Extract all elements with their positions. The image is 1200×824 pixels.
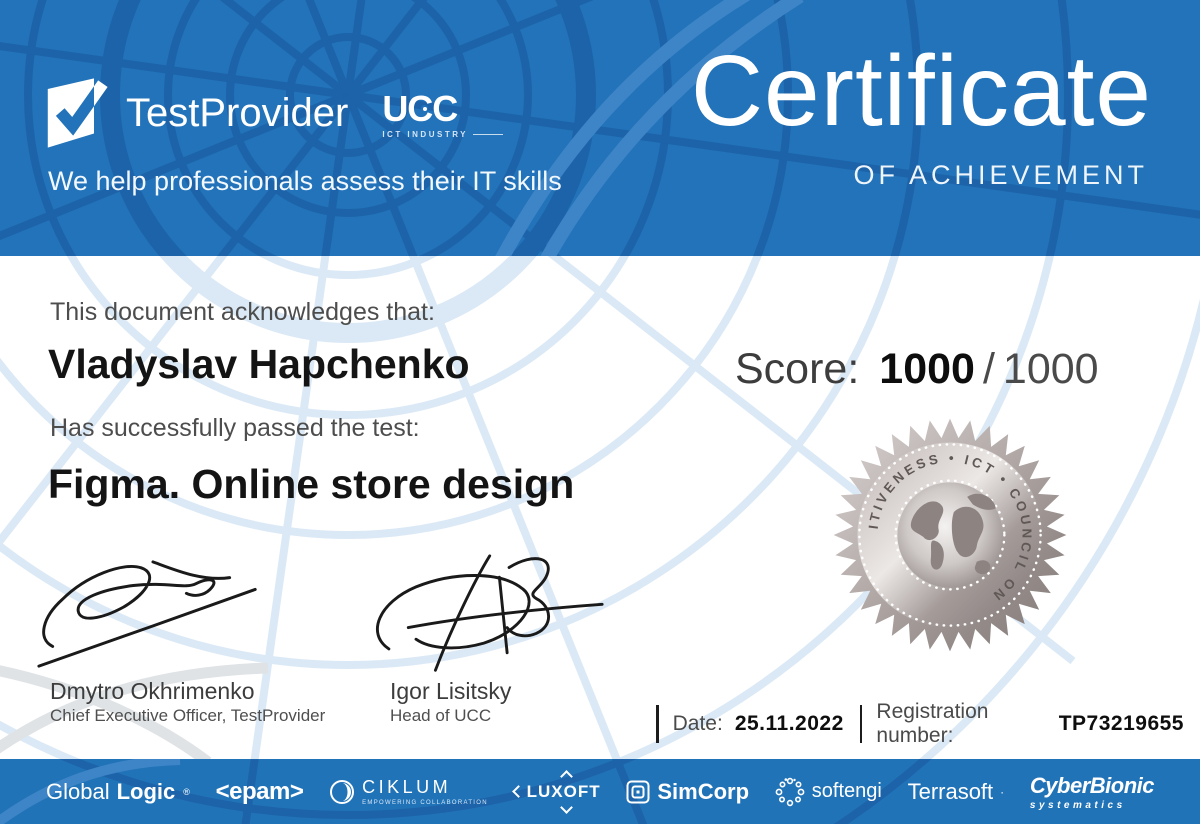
- date-value: 25.11.2022: [734, 712, 844, 735]
- logo-simcorp: SimCorp: [626, 779, 749, 805]
- brand-name: TestProvider: [126, 90, 349, 135]
- date-label: Date:: [672, 712, 723, 735]
- registration-value: TP73219655: [1058, 712, 1184, 735]
- ciklum-tagline: EMPOWERING COLLABORATION: [362, 800, 488, 806]
- logo-luxoft: LUXOFT: [511, 769, 601, 814]
- ict-council-seal: COMPETITIVENESS • ICT • COUNCIL ON: [833, 418, 1067, 652]
- signer-right-title: Head of UCC: [390, 706, 492, 725]
- logo-terrasoft: Terrasoft ·: [908, 779, 1005, 805]
- certificate-subtitle: OF ACHIEVEMENT: [853, 160, 1148, 190]
- simcorp-text: SimCorp: [657, 778, 750, 804]
- signature-right: [376, 554, 604, 672]
- cyberbionic-subtext: systematics: [1029, 799, 1126, 811]
- luxoft-caret-left-icon: [511, 785, 525, 798]
- logo-globallogic: Global Logic ®: [46, 779, 190, 805]
- logo-cyberbionic: CyberBionic systematics: [1029, 772, 1155, 811]
- ucc-logo: UCC ICT INDUSTRY: [382, 88, 504, 139]
- signer-left-title: Chief Executive Officer, TestProvider: [50, 706, 326, 725]
- registration-label: Registration number:: [876, 700, 989, 747]
- cyberbionic-text: CyberBionic: [1029, 772, 1155, 798]
- header-band: TestProvider UCC ICT INDUSTRY We help pr…: [0, 0, 1200, 256]
- partner-logos: Global Logic ® <epam> CIKLUM EMPOWERING CO…: [0, 759, 1200, 824]
- brand-tagline: We help professionals assess their IT sk…: [48, 166, 562, 196]
- ciklum-icon: [330, 779, 355, 804]
- softengi-icon: [775, 777, 805, 806]
- logo-softengi: softengi: [775, 777, 882, 807]
- recipient-name: Vladyslav Hapchenko: [48, 341, 470, 387]
- signer-left-name: Dmytro Okhrimenko: [50, 678, 255, 704]
- footer-band: Global Logic ® <epam> CIKLUM EMPOWERING CO…: [0, 759, 1200, 824]
- score-row: Score: 1000 / 1000: [735, 345, 1099, 394]
- epam-text: <epam>: [215, 777, 304, 805]
- brand-lockup: TestProvider UCC ICT INDUSTRY: [46, 70, 504, 156]
- terrasoft-text: Terrasoft: [907, 778, 994, 804]
- signature-left: [37, 560, 257, 668]
- score-label: Score:: [735, 345, 860, 393]
- meta-divider: [859, 705, 863, 743]
- ucc-subtitle-text: ICT INDUSTRY: [382, 130, 469, 139]
- logo-epam: <epam>: [216, 778, 304, 806]
- logo-ciklum: CIKLUM EMPOWERING COLLABORATION: [329, 777, 488, 806]
- score-divider: /: [982, 345, 995, 393]
- signer-right-name: Igor Lisitsky: [390, 678, 512, 704]
- globallogic-mark: ®: [183, 786, 190, 797]
- luxoft-caret-up-icon: [560, 769, 574, 783]
- score-total: 1000: [1002, 345, 1099, 393]
- passed-label: Has successfully passed the test:: [50, 414, 420, 442]
- certificate-title: Certificate: [690, 35, 1152, 147]
- ucc-subtitle: ICT INDUSTRY: [382, 130, 504, 139]
- luxoft-caret-down-icon: [560, 800, 574, 814]
- luxoft-text: LUXOFT: [526, 781, 601, 801]
- ciklum-text: CIKLUM: [362, 777, 452, 797]
- certificate-page: TestProvider UCC ICT INDUSTRY We help pr…: [0, 0, 1200, 824]
- meta-row: Date: 25.11.2022 Registration number: TP…: [656, 700, 1200, 748]
- meta-divider: [656, 705, 659, 743]
- testprovider-check-icon: [47, 78, 108, 148]
- acknowledge-label: This document acknowledges that:: [50, 298, 435, 326]
- ucc-name: UCC: [382, 88, 458, 129]
- simcorp-icon: [626, 780, 650, 803]
- globallogic-text-bold: Logic: [116, 778, 176, 804]
- ucc-rule: [473, 134, 504, 135]
- test-name: Figma. Online store design: [48, 461, 575, 507]
- score-value: 1000: [879, 345, 975, 393]
- terrasoft-mark: ·: [1000, 784, 1005, 799]
- softengi-text: softengi: [811, 780, 882, 802]
- globallogic-text: Global: [46, 778, 110, 804]
